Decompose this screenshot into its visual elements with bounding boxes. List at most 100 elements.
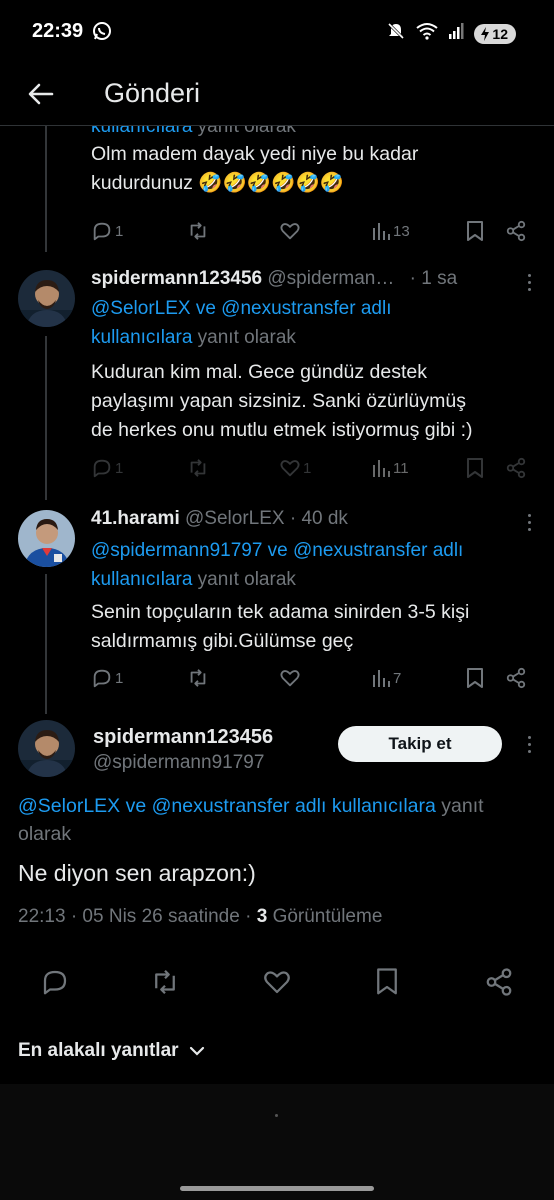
tweet-actions: 1 13 — [91, 216, 531, 246]
views-button[interactable]: 13 — [371, 216, 410, 246]
charging-icon — [481, 26, 490, 41]
share-button[interactable] — [505, 453, 527, 483]
chevron-down-icon — [189, 1046, 204, 1056]
heart-icon — [280, 460, 300, 477]
reply-suffix: yanıt — [441, 795, 484, 817]
share-button[interactable] — [484, 967, 514, 997]
share-button[interactable] — [505, 663, 527, 693]
bookmark-button[interactable] — [374, 967, 400, 997]
retweet-button[interactable] — [187, 663, 209, 693]
tweet-header: spidermann123456 @spiderman… · 1 sa — [91, 266, 536, 292]
author-name[interactable]: spidermann123456 — [91, 268, 262, 289]
loading-dot — [275, 1114, 278, 1117]
reply-context: @SelorLEX ve @nexustransfer adlı kullanı… — [18, 792, 540, 848]
battery-indicator: 12 — [474, 23, 516, 44]
author-name[interactable]: 41.harami — [91, 508, 180, 529]
reply-icon — [43, 970, 67, 995]
main-tweet-actions — [0, 958, 554, 1008]
tweet[interactable]: kullanıcılara yanıt olarak Olm madem day… — [0, 114, 554, 254]
reply-suffix: yanıt olarak — [197, 327, 296, 348]
tweet-timestamp: 22:13 · 05 Nis 26 saatinde · — [18, 906, 252, 927]
like-button[interactable]: 1 — [279, 453, 311, 483]
heart-icon — [280, 223, 300, 240]
retweet-icon — [190, 459, 206, 477]
author-handle[interactable]: @SelorLEX · 40 dk — [185, 508, 348, 529]
retweet-button[interactable] — [187, 453, 209, 483]
sort-label: En alakalı yanıtlar — [18, 1040, 179, 1061]
bookmark-button[interactable] — [465, 453, 485, 483]
retweet-button[interactable] — [187, 216, 209, 246]
reply-button[interactable]: 1 — [91, 663, 123, 693]
mention-link[interactable]: @SelorLEX ve @nexustransfer adlı — [91, 294, 536, 323]
tweet-time: · 1 sa — [409, 268, 458, 289]
tweet-text: Olm madem dayak yedi niye bu kadar kudur… — [91, 143, 419, 194]
reply-icon — [93, 669, 111, 688]
reply-context: @spidermann91797 ve @nexustransfer adlı … — [91, 536, 536, 594]
follow-button[interactable]: Takip et — [338, 726, 502, 762]
top-header: Gönderi — [0, 62, 554, 126]
reply-context: @SelorLEX ve @nexustransfer adlı kullanı… — [91, 294, 536, 352]
tweet-actions: 1 7 — [91, 663, 531, 693]
tweet-text: Ne diyon sen arapzon:) — [18, 860, 256, 886]
reply-suffix: yanıt olarak — [197, 569, 296, 590]
mention-link[interactable]: kullanıcılara — [91, 569, 192, 590]
bookmark-icon — [467, 221, 483, 241]
reply-button[interactable]: 1 — [91, 453, 123, 483]
author-name[interactable]: spidermann123456 — [93, 724, 273, 750]
main-tweet: spidermann123456 @spidermann91797 Takip … — [0, 718, 554, 1061]
avatar[interactable] — [18, 270, 75, 327]
views-button[interactable]: 7 — [371, 663, 401, 693]
reply-button[interactable] — [40, 967, 70, 997]
tweet[interactable]: spidermann123456 @spiderman… · 1 sa @Sel… — [0, 266, 554, 486]
like-button[interactable] — [262, 967, 292, 997]
tweet-text: Senin topçuların tek adama sinirden 3-5 … — [91, 601, 470, 652]
views-button[interactable]: 11 — [371, 453, 409, 483]
mention-link[interactable]: kullanıcılara — [91, 327, 192, 348]
heart-icon — [264, 971, 290, 994]
bookmark-icon — [467, 458, 483, 478]
status-bar: 22:39 12 — [0, 0, 554, 62]
author-handle[interactable]: @spidermann91797 — [93, 750, 273, 776]
retweet-button[interactable] — [150, 967, 180, 997]
bottom-compose-area — [0, 1084, 554, 1200]
share-icon — [506, 220, 526, 242]
share-icon — [486, 968, 512, 996]
heart-icon — [280, 670, 300, 687]
tweet-actions: 1 1 11 — [91, 453, 531, 483]
home-indicator[interactable] — [180, 1186, 374, 1191]
retweet-icon — [190, 222, 206, 240]
tweet-text: Kuduran kim mal. Gece gündüz destek payl… — [91, 361, 473, 441]
more-options-button[interactable] — [526, 274, 532, 294]
view-label: Görüntüleme — [272, 906, 383, 927]
tweet-header: 41.harami @SelorLEX · 40 dk — [91, 506, 536, 532]
back-button[interactable] — [24, 77, 58, 111]
mention-link[interactable]: @SelorLEX ve @nexustransfer adlı kullanı… — [18, 795, 436, 817]
view-count: 3 — [256, 906, 268, 927]
reply-button[interactable]: 1 — [91, 216, 123, 246]
mention-link[interactable]: @spidermann91797 ve @nexustransfer adlı — [91, 536, 536, 565]
sort-replies-button[interactable]: En alakalı yanıtlar — [18, 1040, 205, 1062]
views-icon — [373, 223, 390, 240]
views-icon — [373, 670, 390, 687]
bookmark-icon — [377, 968, 397, 995]
like-button[interactable] — [279, 663, 301, 693]
retweet-icon — [155, 969, 175, 995]
more-options-button[interactable] — [526, 514, 532, 534]
avatar[interactable] — [18, 510, 75, 567]
bookmark-button[interactable] — [465, 216, 485, 246]
reply-suffix: olarak — [18, 823, 72, 845]
like-button[interactable] — [279, 216, 301, 246]
share-icon — [506, 457, 526, 479]
views-icon — [373, 460, 390, 477]
more-options-button[interactable] — [526, 736, 532, 756]
tweet[interactable]: 41.harami @SelorLEX · 40 dk @spidermann9… — [0, 506, 554, 696]
avatar[interactable] — [18, 720, 75, 777]
page-title: Gönderi — [104, 78, 201, 108]
share-icon — [506, 667, 526, 689]
status-icons: 12 — [386, 21, 516, 46]
author-handle[interactable]: @spiderman… — [267, 268, 394, 289]
reply-icon — [93, 222, 111, 241]
tweet-meta: 22:13 · 05 Nis 26 saatinde · 3 Görüntüle… — [18, 906, 382, 928]
bookmark-button[interactable] — [465, 663, 485, 693]
share-button[interactable] — [505, 216, 527, 246]
